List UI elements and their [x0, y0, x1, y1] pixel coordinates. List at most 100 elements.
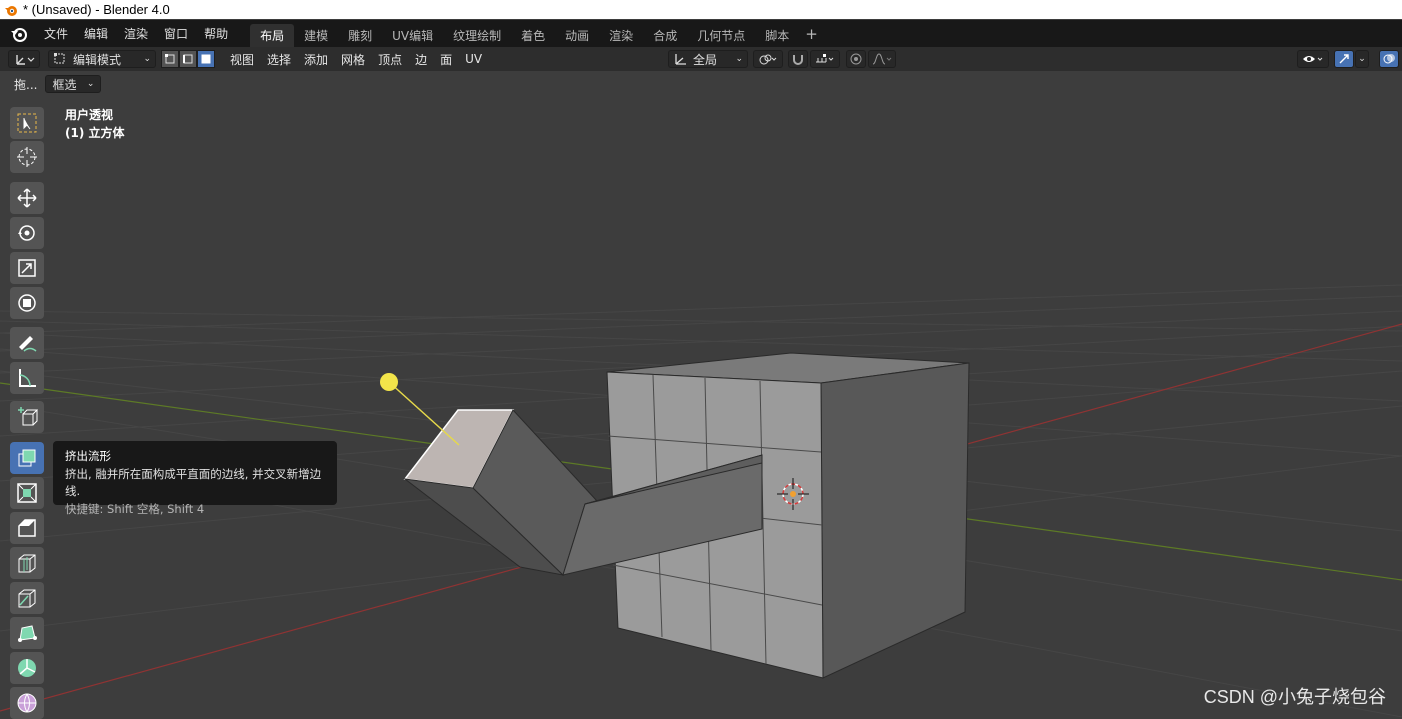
top-bar: 文件 编辑 渲染 窗口 帮助 布局 建模 雕刻 UV编辑 纹理绘制 着色 动画 …: [0, 20, 1402, 47]
chevron-down-icon: ⌄: [143, 54, 151, 64]
tab-layout[interactable]: 布局: [250, 24, 294, 48]
tool-poly-build[interactable]: [10, 617, 44, 649]
proportional-editing-toggle[interactable]: [846, 50, 866, 68]
tab-geometry-nodes[interactable]: 几何节点: [687, 24, 755, 48]
tool-knife[interactable]: [10, 582, 44, 614]
falloff-curve-icon: [871, 52, 893, 66]
eye-icon: [1301, 52, 1325, 66]
vertex-select-icon: [164, 53, 176, 65]
object-name-label: (1) 立方体: [65, 124, 125, 141]
gizmo-toggle[interactable]: [1334, 50, 1354, 68]
menu-view[interactable]: 视图: [223, 51, 260, 68]
menu-help[interactable]: 帮助: [196, 25, 236, 42]
smooth-icon: [16, 692, 38, 714]
transform-orientation-dropdown[interactable]: 全局 ⌄: [668, 50, 748, 68]
visibility-dropdown[interactable]: [1297, 50, 1329, 68]
move-icon: [16, 187, 38, 209]
menu-edge[interactable]: 边: [408, 51, 433, 68]
blender-menu-icon[interactable]: [10, 25, 28, 43]
light-icon[interactable]: [380, 373, 398, 391]
edit-mode-icon: [53, 52, 67, 66]
blender-logo-icon: [4, 3, 18, 17]
snap-toggle[interactable]: [788, 50, 808, 68]
tooltip-description: 挤出, 融并所在面构成平直面的边线, 并交叉新增边线.: [65, 466, 325, 501]
orientation-axes-icon: [673, 52, 687, 66]
menu-add[interactable]: 添加: [297, 51, 334, 68]
tab-texture-paint[interactable]: 纹理绘制: [443, 24, 511, 48]
edge-select-icon: [182, 53, 194, 65]
tool-move[interactable]: [10, 182, 44, 214]
inset-faces-icon: [16, 482, 38, 504]
extrude-manifold-icon: [16, 447, 38, 469]
tool-rotate[interactable]: [10, 217, 44, 249]
overlays-toggle[interactable]: [1379, 50, 1399, 68]
scale-icon: [16, 257, 38, 279]
select-box-icon: [16, 112, 38, 134]
menu-file[interactable]: 文件: [36, 25, 76, 42]
tool-transform[interactable]: [10, 287, 44, 319]
tooltip-title: 挤出流形: [65, 448, 325, 466]
pivot-point-dropdown[interactable]: [753, 50, 783, 68]
tool-measure[interactable]: [10, 362, 44, 394]
pivot-icon: [758, 52, 778, 66]
overlays-icon: [1382, 52, 1396, 66]
viewport-header: 编辑模式 ⌄ 视图 选择 添加 网格 顶点 边 面 UV 全局 ⌄: [0, 47, 1402, 71]
menu-vertex[interactable]: 顶点: [371, 51, 408, 68]
tool-scale[interactable]: [10, 252, 44, 284]
proportional-icon: [849, 52, 863, 66]
scene-canvas[interactable]: [0, 71, 1402, 717]
menu-window[interactable]: 窗口: [156, 25, 196, 42]
view-name-label: 用户透视: [65, 106, 113, 123]
annotate-icon: [16, 332, 38, 354]
bevel-icon: [16, 517, 38, 539]
snap-increment-icon: [814, 52, 836, 66]
cube-mesh[interactable]: [405, 353, 969, 678]
menu-face[interactable]: 面: [433, 51, 458, 68]
tab-sculpting[interactable]: 雕刻: [338, 24, 382, 48]
tab-uv-editing[interactable]: UV编辑: [382, 24, 443, 48]
add-workspace-button[interactable]: +: [799, 25, 824, 43]
tab-animation[interactable]: 动画: [555, 24, 599, 48]
select-mode-group: [161, 50, 215, 68]
edge-select-button[interactable]: [179, 50, 197, 68]
tool-inset-faces[interactable]: [10, 477, 44, 509]
3d-viewport[interactable]: 用户透视 (1) 立方体: [0, 71, 1402, 717]
tool-smooth[interactable]: [10, 687, 44, 719]
menu-uv[interactable]: UV: [458, 52, 488, 66]
tab-compositing[interactable]: 合成: [643, 24, 687, 48]
vertex-select-button[interactable]: [161, 50, 179, 68]
tool-annotate[interactable]: [10, 327, 44, 359]
transform-icon: [16, 292, 38, 314]
menu-edit[interactable]: 编辑: [76, 25, 116, 42]
poly-build-icon: [16, 622, 38, 644]
tool-add-cube[interactable]: [10, 401, 44, 433]
select-mode-dropdown[interactable]: 框选 ⌄: [45, 75, 101, 93]
tool-bevel[interactable]: [10, 512, 44, 544]
tab-scripting[interactable]: 脚本: [755, 24, 799, 48]
loop-cut-icon: [16, 552, 38, 574]
gizmo-dropdown[interactable]: ⌄: [1355, 50, 1369, 68]
tool-cursor[interactable]: [10, 141, 44, 173]
tool-spin[interactable]: [10, 652, 44, 684]
menu-mesh[interactable]: 网格: [334, 51, 371, 68]
gizmo-icon: [1337, 52, 1351, 66]
magnet-icon: [791, 52, 805, 66]
tab-modeling[interactable]: 建模: [294, 24, 338, 48]
window-title: * (Unsaved) - Blender 4.0: [23, 2, 170, 17]
tab-shading[interactable]: 着色: [511, 24, 555, 48]
tooltip-shortcut: 快捷键: Shift 空格, Shift 4: [65, 501, 325, 519]
menu-select[interactable]: 选择: [260, 51, 297, 68]
tool-extrude-manifold[interactable]: [10, 442, 44, 474]
mode-dropdown[interactable]: 编辑模式 ⌄: [48, 50, 156, 68]
snap-target-dropdown[interactable]: [810, 50, 840, 68]
face-select-button[interactable]: [197, 50, 215, 68]
tool-select-box[interactable]: [10, 107, 44, 139]
light-line: [389, 382, 459, 445]
editor-type-button[interactable]: [8, 50, 40, 68]
watermark: CSDN @小兔子烧包谷: [1204, 683, 1386, 709]
tab-rendering[interactable]: 渲染: [599, 24, 643, 48]
tool-loop-cut[interactable]: [10, 547, 44, 579]
tool-options-bar: 拖... 框选 ⌄: [0, 73, 101, 95]
falloff-dropdown[interactable]: [868, 50, 896, 68]
menu-render[interactable]: 渲染: [116, 25, 156, 42]
